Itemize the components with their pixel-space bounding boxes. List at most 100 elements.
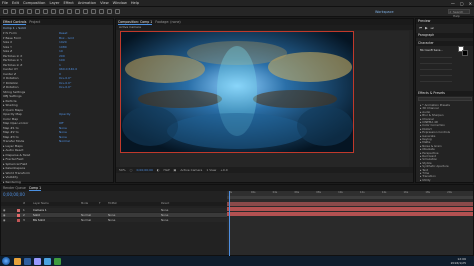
layer-trkmat-select[interactable]: None <box>108 213 115 217</box>
effect-property-row[interactable]: Map Opac+Color Off <box>3 121 113 125</box>
clone-tool-icon[interactable] <box>91 9 96 14</box>
workspace-selector[interactable]: Workspace <box>375 10 394 14</box>
effect-property-row[interactable]: X Rotation 0x+0.0° <box>3 76 113 80</box>
char-row[interactable] <box>420 66 452 70</box>
char-row[interactable] <box>420 60 452 64</box>
menu-view[interactable]: View <box>100 1 109 5</box>
layer-duration-bar[interactable] <box>227 202 473 206</box>
effect-property-row[interactable]: ▸ Disperse & Twist <box>3 153 113 157</box>
channel-icon[interactable]: ◐ <box>157 168 160 172</box>
effect-property-row[interactable]: Opacity Map Opacity <box>3 112 113 116</box>
menu-edit[interactable]: Edit <box>12 1 19 5</box>
effect-property-value[interactable]: None <box>59 126 67 130</box>
effect-property-row[interactable]: OBJ Settings <box>3 94 113 98</box>
effect-property-value[interactable]: 0x+0.0° <box>59 76 71 80</box>
paragraph-section-title[interactable]: Paragraph <box>416 33 473 38</box>
effect-property-row[interactable]: Particles in X 200 <box>3 54 113 58</box>
resolution-select[interactable]: Half <box>164 168 170 172</box>
effects-presets-title[interactable]: Effects & Presets <box>416 91 473 96</box>
effect-property-row[interactable]: ▸ Audio React <box>3 148 113 152</box>
menu-composition[interactable]: Composition <box>23 1 45 5</box>
tab-effect-controls[interactable]: Effect Controls <box>3 19 27 25</box>
toggle-grid-icon[interactable]: ▢ <box>130 168 133 172</box>
effect-property-row[interactable]: ▸ Rendering <box>3 180 113 184</box>
play-icon[interactable]: ▶ <box>425 26 428 30</box>
effect-property-value[interactable]: None <box>59 135 67 139</box>
effect-property-value[interactable]: Reset <box>59 31 67 35</box>
after-effects-taskbar-icon[interactable] <box>34 257 41 265</box>
roto-tool-icon[interactable] <box>107 9 112 14</box>
maximize-button[interactable]: ▢ <box>460 1 464 6</box>
effect-property-value[interactable]: 960.0,540.0 <box>59 67 77 71</box>
menu-animation[interactable]: Animation <box>78 1 96 5</box>
layer-row[interactable]: ◉ 3 BG Solid Normal None None <box>1 218 227 222</box>
effect-property-row[interactable]: Transfer Mode Normal <box>3 139 113 143</box>
hand-tool-icon[interactable] <box>19 9 24 14</box>
layer-parent-select[interactable]: None <box>161 218 168 222</box>
minimize-button[interactable]: — <box>451 1 455 6</box>
search-help-input[interactable]: ⌕ Search Help <box>448 9 470 18</box>
effect-property-value[interactable]: None <box>59 130 67 134</box>
visibility-eye-icon[interactable]: ◉ <box>3 218 5 222</box>
current-timecode[interactable]: 0;00;00;00 <box>137 168 153 172</box>
layer-mode-select[interactable]: Normal <box>81 218 91 222</box>
file-explorer-icon[interactable] <box>14 257 21 265</box>
preview-section-title[interactable]: Preview <box>416 19 473 24</box>
composition-viewer[interactable] <box>120 31 409 167</box>
effect-property-row[interactable]: ▾ fx Form Reset <box>3 31 113 35</box>
playhead[interactable] <box>229 191 230 257</box>
layer-trkmat-select[interactable]: None <box>108 218 115 222</box>
effect-property-row[interactable]: ▸ Layer Maps <box>3 144 113 148</box>
effect-property-row[interactable]: Center XY 960.0,540.0 <box>3 67 113 71</box>
effect-property-row[interactable]: Size Z 10 <box>3 49 113 53</box>
layer-parent-select[interactable]: None <box>161 213 168 217</box>
timeline-tracks[interactable]: 0s 02s 04s 06s 08s 10s 12s 14s 16s 18s 20s <box>227 191 473 257</box>
stroke-color-swatch[interactable] <box>462 50 468 56</box>
effect-property-value[interactable]: 0 <box>59 72 61 76</box>
layer-name[interactable]: Camera 1 <box>33 208 47 212</box>
effect-property-row[interactable]: Map #3 to None <box>3 135 113 139</box>
visibility-eye-icon[interactable]: ◉ <box>3 213 5 217</box>
layer-mode-select[interactable]: Normal <box>81 213 91 217</box>
layer-duration-bar[interactable] <box>227 212 473 216</box>
effect-property-row[interactable]: ▸ Spherical Field <box>3 162 113 166</box>
rectangle-tool-icon[interactable] <box>59 9 64 14</box>
menu-effect[interactable]: Effect <box>63 1 73 5</box>
char-row[interactable] <box>420 78 452 82</box>
exposure-value[interactable]: +0.0 <box>220 168 227 172</box>
char-row[interactable] <box>420 72 452 76</box>
photoshop-taskbar-icon[interactable] <box>44 257 51 265</box>
effect-property-row[interactable]: String Settings <box>3 90 113 94</box>
effect-property-value[interactable]: 100 <box>59 58 65 62</box>
timeline-timecode[interactable]: 0;00;00;00 <box>3 192 25 197</box>
effect-property-row[interactable]: Z Rotation 0x+0.0° <box>3 85 113 89</box>
char-row[interactable] <box>420 54 452 58</box>
menu-window[interactable]: Window <box>113 1 127 5</box>
close-button[interactable]: ✕ <box>469 1 472 6</box>
home-tool-icon[interactable] <box>3 9 8 14</box>
effect-property-row[interactable]: Size X 1920 <box>3 40 113 44</box>
effect-property-row[interactable]: ▸ Fractal Field <box>3 157 113 161</box>
layer-name[interactable]: Solid <box>33 213 40 217</box>
camera-view-select[interactable]: Active Camera <box>180 168 202 172</box>
character-section-title[interactable]: Character <box>416 41 473 46</box>
effect-property-value[interactable]: 0x+0.0° <box>59 85 71 89</box>
effect-property-row[interactable]: Particles in Y 100 <box>3 58 113 62</box>
effect-property-row[interactable]: ▸ Kaleidospace <box>3 166 113 170</box>
effect-property-value[interactable]: Normal <box>59 139 70 143</box>
region-of-interest-icon[interactable]: ▣ <box>174 168 177 172</box>
effect-property-row[interactable]: Center Z 0 <box>3 72 113 76</box>
browser-icon[interactable] <box>24 257 31 265</box>
layer-duration-bar[interactable] <box>227 207 473 211</box>
effect-property-row[interactable]: Color Map <box>3 117 113 121</box>
effects-search-input[interactable] <box>418 97 472 101</box>
zoom-tool-icon[interactable] <box>27 9 32 14</box>
effect-property-value[interactable]: 10 <box>59 49 63 53</box>
menu-file[interactable]: File <box>2 1 8 5</box>
effect-property-row[interactable]: ▾ Base Form Box - Grid <box>3 36 113 40</box>
zoom-level[interactable]: 50% <box>119 168 126 172</box>
effect-property-row[interactable]: Map #1 to None <box>3 126 113 130</box>
layer-label-color[interactable] <box>17 208 20 212</box>
effect-property-row[interactable]: ▸ Visibility <box>3 175 113 179</box>
brush-tool-icon[interactable] <box>83 9 88 14</box>
